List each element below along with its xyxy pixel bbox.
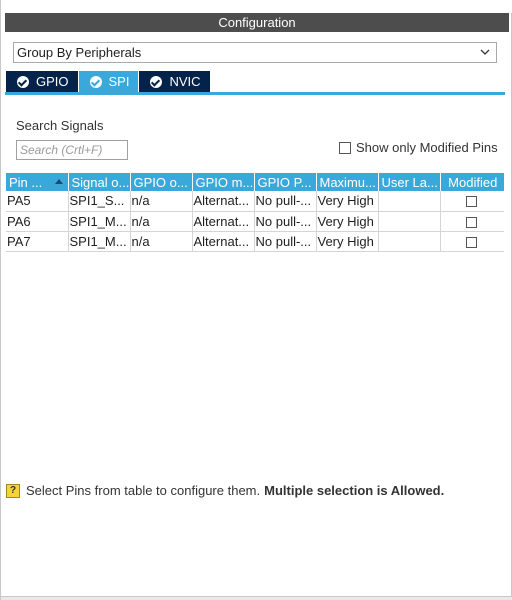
show-modified-label: Show only Modified Pins xyxy=(356,140,498,155)
tab-underline xyxy=(5,92,505,95)
column-header-user-label[interactable]: User La... xyxy=(378,173,441,191)
show-modified-toggle[interactable]: Show only Modified Pins xyxy=(339,140,498,155)
peripheral-tabs: GPIO SPI NVIC xyxy=(6,71,211,92)
search-label: Search Signals xyxy=(16,118,104,133)
top-strip xyxy=(1,0,512,13)
column-header-modified[interactable]: Modified xyxy=(440,173,504,191)
column-header-pin[interactable]: Pin ... xyxy=(6,173,69,191)
column-header-gpio-output[interactable]: GPIO o... xyxy=(130,173,193,191)
cell-user-label[interactable] xyxy=(378,191,441,212)
configuration-panel: Configuration Group By Peripherals GPIO … xyxy=(0,0,512,600)
modified-checkbox[interactable] xyxy=(466,216,478,228)
cell-max-speed: Very High xyxy=(316,191,379,212)
cell-max-speed: Very High xyxy=(316,211,379,232)
tab-nvic[interactable]: NVIC xyxy=(139,71,210,92)
chevron-down-icon xyxy=(480,49,490,55)
column-header-signal[interactable]: Signal o... xyxy=(68,173,131,191)
cell-signal: SPI1_S... xyxy=(68,191,131,212)
check-circle-icon xyxy=(17,75,29,88)
cell-gpio-output: n/a xyxy=(130,191,193,212)
cell-signal: SPI1_M... xyxy=(68,211,131,232)
table-row[interactable]: PA7 SPI1_M... n/a Alternat... No pull-..… xyxy=(6,231,504,252)
column-header-gpio-pull[interactable]: GPIO P... xyxy=(254,173,317,191)
cell-signal: SPI1_M... xyxy=(68,231,131,252)
check-circle-icon xyxy=(150,75,163,88)
search-input[interactable] xyxy=(16,140,128,160)
cell-max-speed: Very High xyxy=(316,231,379,252)
tab-label: GPIO xyxy=(36,74,69,89)
cell-gpio-mode: Alternat... xyxy=(192,211,255,232)
panel-title: Configuration xyxy=(5,13,509,32)
hint-text: Select Pins from table to configure them… xyxy=(26,483,261,498)
column-header-gpio-mode[interactable]: GPIO m... xyxy=(192,173,255,191)
group-by-value: Group By Peripherals xyxy=(17,45,142,60)
tab-label: SPI xyxy=(108,74,130,89)
cell-pin: PA7 xyxy=(6,231,69,252)
tab-spi[interactable]: SPI xyxy=(78,71,139,92)
cell-gpio-output: n/a xyxy=(130,231,193,252)
hint-bold-text: Multiple selection is Allowed. xyxy=(264,483,445,498)
help-icon: ? xyxy=(6,483,20,498)
signals-table: Pin ... Signal o... GPIO o... GPIO m... … xyxy=(6,173,504,252)
table-header: Pin ... Signal o... GPIO o... GPIO m... … xyxy=(6,173,504,191)
cell-pin: PA6 xyxy=(6,211,69,232)
cell-modified xyxy=(440,191,504,212)
cell-gpio-output: n/a xyxy=(130,211,193,232)
cell-user-label[interactable] xyxy=(378,211,441,232)
table-row[interactable]: PA5 SPI1_S... n/a Alternat... No pull-..… xyxy=(6,191,504,212)
group-by-select[interactable]: Group By Peripherals xyxy=(13,42,497,63)
cell-gpio-pull: No pull-... xyxy=(254,211,317,232)
cell-gpio-pull: No pull-... xyxy=(254,231,317,252)
sort-asc-icon xyxy=(54,179,63,184)
selection-hint: ? Select Pins from table to configure th… xyxy=(6,483,444,498)
table-row[interactable]: PA6 SPI1_M... n/a Alternat... No pull-..… xyxy=(6,211,504,232)
modified-checkbox[interactable] xyxy=(466,236,478,248)
show-modified-checkbox[interactable] xyxy=(339,141,351,154)
modified-checkbox[interactable] xyxy=(466,196,478,208)
cell-gpio-mode: Alternat... xyxy=(192,231,255,252)
cell-pin: PA5 xyxy=(6,191,69,212)
tab-gpio[interactable]: GPIO xyxy=(6,71,78,92)
cell-modified xyxy=(440,211,504,232)
check-circle-icon xyxy=(89,75,102,88)
cell-user-label[interactable] xyxy=(378,231,441,252)
bottom-border xyxy=(1,596,512,600)
column-header-max-speed[interactable]: Maximu... xyxy=(316,173,379,191)
tab-label: NVIC xyxy=(169,74,201,89)
cell-modified xyxy=(440,231,504,252)
cell-gpio-mode: Alternat... xyxy=(192,191,255,212)
cell-gpio-pull: No pull-... xyxy=(254,191,317,212)
